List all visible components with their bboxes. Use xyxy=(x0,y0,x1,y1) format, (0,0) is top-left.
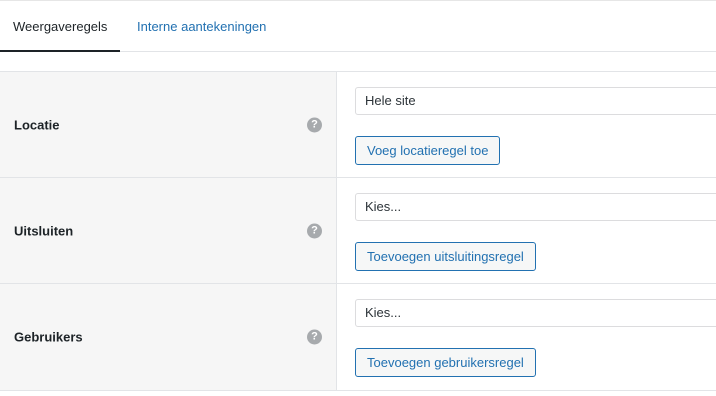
rule-row-exclude: Uitsluiten ? Kies... Toevoegen uitsluiti… xyxy=(0,178,716,284)
add-exclusion-rule-button[interactable]: Toevoegen uitsluitingsregel xyxy=(355,242,536,271)
tab-display-rules[interactable]: Weergaveregels xyxy=(0,1,120,52)
add-location-rule-button[interactable]: Voeg locatieregel toe xyxy=(355,136,501,165)
rule-field-cell: Kies... Toevoegen uitsluitingsregel xyxy=(338,178,716,283)
rule-label-users: Gebruikers xyxy=(14,329,83,345)
rule-row-users: Gebruikers ? Kies... Toevoegen gebruiker… xyxy=(0,284,716,391)
rule-row-location: Locatie ? Hele site Voeg locatieregel to… xyxy=(0,72,716,178)
exclude-select[interactable]: Kies... xyxy=(355,193,716,221)
tab-bar: Weergaveregels Interne aantekeningen xyxy=(0,0,716,52)
rule-label-exclude: Uitsluiten xyxy=(14,223,74,238)
help-icon[interactable]: ? xyxy=(307,223,322,238)
rule-label-cell: Locatie ? xyxy=(0,72,337,177)
location-select[interactable]: Hele site xyxy=(355,87,716,115)
rule-field-cell: Hele site Voeg locatieregel toe xyxy=(338,72,716,177)
rules-table: Locatie ? Hele site Voeg locatieregel to… xyxy=(0,71,716,391)
help-icon[interactable]: ? xyxy=(307,117,322,132)
rule-label-cell: Gebruikers ? xyxy=(0,284,337,390)
help-icon[interactable]: ? xyxy=(307,329,322,345)
users-select[interactable]: Kies... xyxy=(355,299,716,327)
add-user-rule-button[interactable]: Toevoegen gebruikersregel xyxy=(355,348,536,377)
rule-field-cell: Kies... Toevoegen gebruikersregel xyxy=(338,284,716,390)
rule-label-location: Locatie xyxy=(14,117,60,132)
rule-label-cell: Uitsluiten ? xyxy=(0,178,337,283)
tab-internal-notes[interactable]: Interne aantekeningen xyxy=(137,1,266,52)
